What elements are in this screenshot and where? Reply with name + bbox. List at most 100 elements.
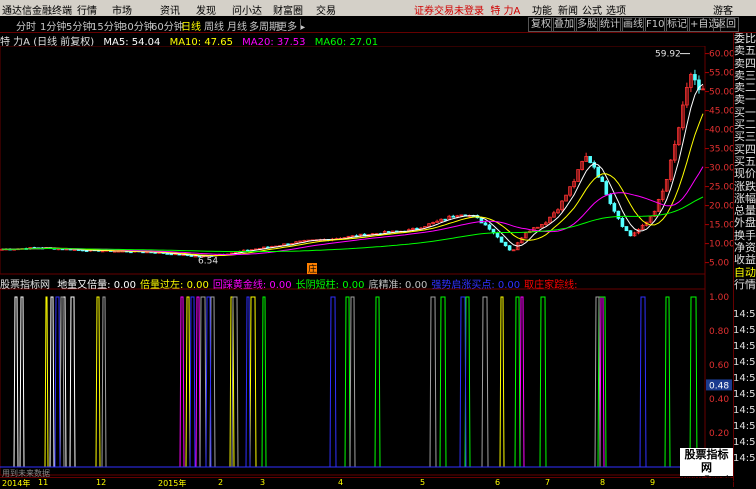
period-1min[interactable]: 1分钟 (40, 18, 66, 33)
candle-body (600, 176, 605, 182)
indicator-pulse (231, 296, 239, 468)
indicator-pulse (195, 296, 201, 468)
app-title: 通达信金融终端 (2, 6, 72, 17)
period-weekly[interactable]: 周线 (204, 18, 224, 33)
tick-time-1: 14:5 (733, 325, 756, 336)
candle-body (624, 226, 629, 232)
panel-lower-1[interactable]: 行情 (734, 279, 756, 291)
menu-hangqing[interactable]: 行情 (77, 2, 97, 17)
date-tick-11: 9 (650, 478, 656, 487)
period-monthly[interactable]: 月线 (227, 18, 247, 33)
candle-body (693, 74, 697, 81)
quote-label-18: 收益 (734, 254, 756, 267)
period-multi[interactable]: 多周期 (249, 18, 279, 33)
price-tick-label: 50.00 (709, 88, 733, 98)
indicator-pulse (344, 296, 351, 468)
indicator-tick-label: 0.80 (709, 327, 729, 337)
menu-faxian[interactable]: 发现 (196, 2, 216, 17)
date-tick-9: 7 (545, 478, 551, 487)
candle-body (451, 215, 456, 218)
tick-time-4: 14:5 (733, 373, 756, 384)
indicator-pulse (95, 296, 101, 468)
price-tick-label: 5.00 (709, 259, 729, 269)
quote-label-0: 委比 (734, 33, 756, 45)
indicator-pulse (349, 296, 356, 468)
kline-chart-area[interactable]: 60.00 55.00 50.00 45.00 40.00 35.00 30.00 25.00… (0, 46, 733, 477)
candle-body (189, 255, 194, 257)
indicator-item-6: 取庄家踪线: (524, 280, 578, 291)
indicator-pulse (664, 296, 671, 468)
period-30min[interactable]: 30分钟 (121, 18, 154, 33)
indicator-pulse (261, 296, 267, 468)
quote-label-4: 卖二 (734, 82, 756, 95)
menu-xuanxiang[interactable]: 选项 (606, 2, 626, 17)
indicator-tick-label: 1.00 (709, 293, 729, 303)
panel-lower-0[interactable]: 自动 (734, 267, 756, 279)
indicator-pulse (539, 296, 547, 468)
indicator-pulse (519, 296, 525, 468)
menu-xinwen[interactable]: 新闻 (558, 2, 578, 17)
ma-info-line: 特 力A (日线 前复权) MA5: 54.04 MA10: 47.65 MA2… (0, 33, 384, 48)
tick-time-8: 14:5 (733, 437, 756, 448)
price-tick-label: 10.00 (709, 240, 733, 250)
indicator-tick-label: 0.20 (709, 429, 729, 439)
quote-label-13: 涨幅 (734, 192, 756, 205)
menu-caifuquan[interactable]: 财富圈 (273, 2, 303, 17)
quote-label-17: 净资 (734, 242, 756, 255)
date-tick-6: 4 (338, 478, 344, 487)
login-notice[interactable]: 证券交易未登录 特 力A (414, 2, 520, 17)
menu-zixun[interactable]: 资讯 (160, 2, 180, 17)
candle-body (193, 255, 198, 258)
date-tick-10: 8 (600, 478, 606, 487)
tick-time-9: 14:5 (733, 453, 756, 464)
price-tick-label: 30.00 (709, 164, 733, 174)
indicator-pulse (329, 296, 337, 468)
menu-gongneng[interactable]: 功能 (532, 2, 552, 17)
toolbar-divider (300, 19, 301, 30)
indicator-item-4: 底精准: 0.00 (368, 280, 428, 291)
candle-body (608, 194, 613, 204)
indicator-pulse (481, 296, 489, 468)
indicator-tick-label: 0.40 (709, 395, 729, 405)
menu-shichang[interactable]: 市场 (112, 2, 132, 17)
tick-time-6: 14:5 (733, 405, 756, 416)
date-tick-1: 11 (38, 478, 49, 487)
indicator-pulse (499, 296, 505, 468)
price-pane-border (0, 46, 706, 275)
indicator-label-line: 股票指标网 地量又倍量: 0.00 倍量过左: 0.00 回踩黄金线: 0.00 长阴… (0, 276, 586, 291)
indicator-name: 股票指标网 (0, 280, 50, 291)
indicator-pulse (199, 296, 207, 468)
date-tick-0: 2014年 (2, 479, 31, 488)
candle-body (612, 203, 617, 212)
quote-label-2: 卖四 (734, 57, 756, 70)
indicator-pulse (689, 296, 698, 468)
user-guest[interactable]: 游客 (713, 2, 733, 17)
back-button[interactable]: 返回 (713, 17, 739, 32)
period-fenshi[interactable]: 分时 (16, 18, 36, 33)
price-tick-label: 55.00 (709, 69, 733, 79)
period-15min[interactable]: 15分钟 (91, 18, 124, 33)
date-tick-4: 2 (218, 478, 224, 487)
menu-gongshi[interactable]: 公式 (582, 2, 602, 17)
period-5min[interactable]: 5分钟 (66, 18, 92, 33)
candle-body (616, 210, 621, 219)
quote-label-3: 卖三 (734, 69, 756, 82)
quote-label-12: 涨跌 (734, 180, 756, 193)
quote-label-11: 现价 (734, 168, 756, 181)
indicator-pulse (54, 296, 61, 468)
period-60min[interactable]: 60分钟 (151, 18, 184, 33)
period-daily[interactable]: 日线 (181, 18, 201, 33)
tick-time-2: 14:5 (733, 341, 756, 352)
candle-body (415, 227, 419, 230)
menu-jiaoyi[interactable]: 交易 (316, 2, 336, 17)
candle-body (499, 236, 504, 243)
menu-wenxiaoda[interactable]: 问小达 (232, 2, 262, 17)
indicator-pulse (189, 296, 196, 468)
candle-body (443, 218, 447, 221)
indicator-pulse (245, 296, 251, 468)
candle-body (84, 250, 89, 252)
indicator-pulse (59, 296, 65, 468)
price-tick-label: 45.00 (709, 107, 733, 117)
watermark-line2: www.7gpzb.com (680, 475, 754, 485)
candle-body (628, 230, 633, 237)
